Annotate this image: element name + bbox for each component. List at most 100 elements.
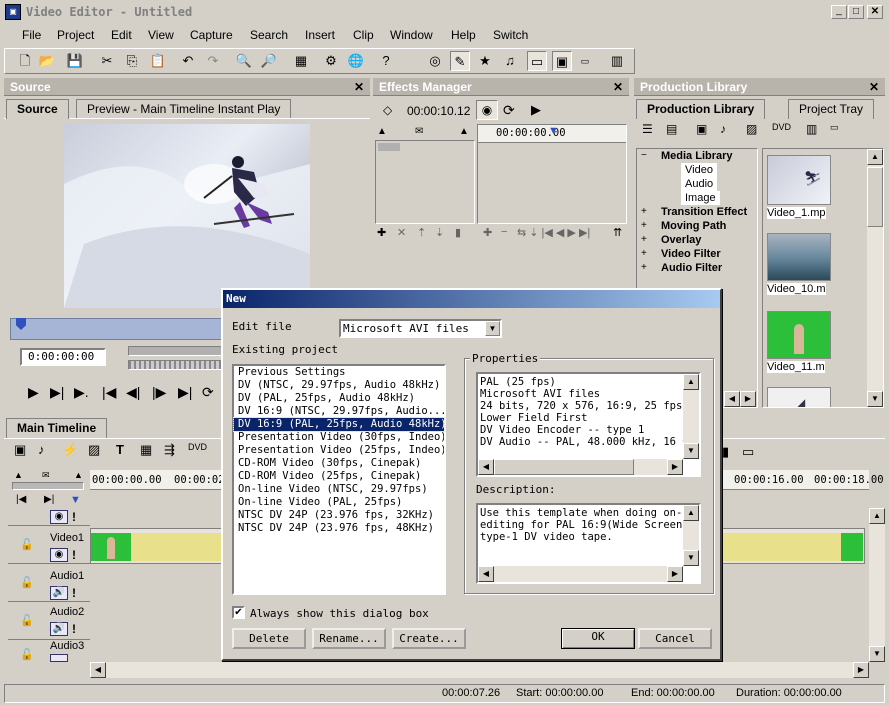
copy-icon[interactable]: ⎘ (122, 51, 142, 71)
menu-clip[interactable]: Clip (353, 28, 374, 42)
cancel-button[interactable]: Cancel (638, 628, 712, 649)
video-clip-end[interactable] (841, 533, 863, 561)
transition-icon[interactable]: ⇶ (164, 442, 175, 458)
properties-scroll-up[interactable]: ▲ (683, 374, 699, 390)
key-ops-icon[interactable]: ⇆ ⇣ |◀ ◀ ▶ ▶| (517, 226, 590, 239)
template-item[interactable]: DV 16:9 (NTSC, 29.97fps, Audio... (234, 405, 444, 418)
effects-mode-icon[interactable]: ◉ (476, 100, 498, 120)
tab-project-tray[interactable]: Project Tray (788, 99, 875, 119)
trim-tool-icon[interactable]: ✎ (450, 51, 470, 71)
timeline-scroll-down[interactable]: ▼ (869, 646, 885, 662)
thumb-video-1[interactable]: ⛷ (767, 155, 831, 205)
zoom-envelope-icon[interactable]: ✉ (42, 470, 50, 481)
source-panel-close[interactable]: ✕ (354, 78, 364, 96)
dvd-icon[interactable]: DVD (772, 122, 791, 132)
jog-slider[interactable] (128, 346, 224, 356)
play-in-out-icon[interactable]: ▶| (50, 384, 64, 401)
lock-icon[interactable]: 🔓 (20, 614, 34, 627)
thumb-video-11[interactable] (767, 311, 831, 359)
timecode-small-icon[interactable]: ▭ (830, 122, 839, 133)
close-button[interactable]: ✕ (867, 5, 883, 19)
timeline-hscroll[interactable]: ◀ ▶ (90, 662, 869, 678)
cut-icon[interactable]: ✂ (97, 51, 117, 71)
detail-view-icon[interactable]: ▤ (666, 122, 677, 136)
library-panel-close[interactable]: ✕ (869, 78, 879, 96)
delete-button[interactable]: Delete (232, 628, 306, 649)
tree-item[interactable]: + Video Filter (637, 247, 757, 261)
timeline-scroll-left[interactable]: ◀ (90, 662, 106, 678)
insert-title-icon[interactable]: T (116, 442, 124, 457)
loop-icon[interactable]: ⟳ (202, 384, 214, 401)
play-icon[interactable]: ▶ (28, 384, 39, 401)
tab-preview[interactable]: Preview - Main Timeline Instant Play (76, 99, 292, 119)
zoom-in-icon[interactable]: ▲ (74, 470, 83, 480)
eye-icon[interactable]: ◉ (50, 510, 68, 524)
menu-insert[interactable]: Insert (305, 28, 335, 42)
insert-audio-icon[interactable]: ♪ (38, 442, 45, 457)
new-file-icon[interactable]: 🗋 (15, 51, 35, 71)
create-button[interactable]: Create... (392, 628, 466, 649)
template-item[interactable]: CD-ROM Video (25fps, Cinepak) (234, 470, 444, 483)
menu-capture[interactable]: Capture (190, 28, 233, 42)
keyframe-diamond-icon[interactable]: ◇ (383, 103, 392, 117)
add-key-icon[interactable]: ✚ (483, 226, 492, 239)
toggle-icon[interactable]: ▮ (455, 226, 461, 239)
next-frame-icon[interactable]: |▶ (152, 384, 166, 401)
description-scroll-up[interactable]: ▲ (683, 505, 699, 521)
menu-view[interactable]: View (148, 28, 174, 42)
speaker-icon[interactable] (50, 654, 68, 662)
edit-file-select[interactable]: Microsoft AVI files ▼ (339, 319, 502, 338)
split-icon[interactable]: ⚡ (62, 442, 78, 458)
effects-loop-icon[interactable]: ⟳ (503, 102, 515, 119)
tree-item[interactable]: + Transition Effect (637, 205, 757, 219)
remove-effect-icon[interactable]: ✕ (397, 226, 406, 239)
minimize-button[interactable]: _ (831, 5, 847, 19)
menu-project[interactable]: Project (57, 28, 94, 42)
tree-item[interactable]: + Overlay (637, 233, 757, 247)
eye-icon[interactable]: ◉ (50, 548, 68, 562)
template-item[interactable]: NTSC DV 24P (23.976 fps, 32KHz) (234, 509, 444, 522)
go-start-icon[interactable]: |◀ (102, 384, 116, 401)
lock-icon[interactable]: 🔓 (20, 648, 34, 661)
properties-scroll-right[interactable]: ▶ (667, 459, 683, 475)
move-up-icon[interactable]: ⇡ (417, 226, 426, 239)
tab-source[interactable]: Source (6, 99, 69, 119)
add-effect-icon[interactable]: ✚ (377, 226, 386, 239)
template-item[interactable]: DV (PAL, 25fps, Audio 48kHz) (234, 392, 444, 405)
template-item[interactable]: Previous Settings (234, 366, 444, 379)
timeline-layout-icon[interactable]: ▭ (742, 444, 754, 460)
thumbs-scrollbar[interactable]: ▲ ▼ (867, 149, 883, 407)
redo-icon[interactable]: ↷ (203, 51, 223, 71)
add-audio-icon[interactable]: ♪ (720, 122, 726, 136)
list-view-icon[interactable]: ☰ (642, 122, 653, 136)
always-show-checkbox[interactable]: ✔ (232, 606, 245, 619)
thumbs-scroll-down[interactable]: ▼ (867, 391, 883, 407)
go-start-tl-icon[interactable]: |◀ (16, 494, 26, 505)
source-timecode[interactable]: 0:00:00:00 (20, 348, 106, 366)
del-key-icon[interactable]: − (501, 226, 507, 238)
timecode-icon[interactable]: ▭ (575, 51, 595, 71)
add-image-icon[interactable]: ▨ (746, 122, 757, 136)
tree-item[interactable]: Video (637, 163, 757, 177)
go-end-tl-icon[interactable]: ▶| (44, 494, 54, 505)
properties-vscroll[interactable]: ▲ ▼ (683, 374, 699, 459)
properties-scroll-down[interactable]: ▼ (683, 443, 699, 459)
menu-file[interactable]: File (22, 28, 41, 42)
menu-help[interactable]: Help (451, 28, 476, 42)
tree-item[interactable]: + Moving Path (637, 219, 757, 233)
description-scroll-down[interactable]: ▼ (683, 550, 699, 566)
gear-icon[interactable]: ⚙ (321, 51, 341, 71)
thumb-video-10[interactable] (767, 233, 831, 281)
lock-icon[interactable]: 🔓 (20, 576, 34, 589)
template-item[interactable]: DV (NTSC, 29.97fps, Audio 48kHz) (234, 379, 444, 392)
play-to-out-icon[interactable]: ▶. (74, 384, 89, 401)
storyboard-icon[interactable]: ▭ (527, 51, 547, 71)
marker-icon[interactable]: ▼ (70, 494, 81, 506)
zoom-out-icon[interactable]: ▲ (14, 470, 23, 480)
template-item[interactable]: Presentation Video (30fps, Indeo) (234, 431, 444, 444)
tree-item[interactable]: Image (637, 191, 757, 205)
description-vscroll[interactable]: ▲ ▼ (683, 505, 699, 566)
menu-search[interactable]: Search (250, 28, 288, 42)
grid-icon[interactable]: ▦ (140, 442, 152, 458)
rename-button[interactable]: Rename... (312, 628, 386, 649)
